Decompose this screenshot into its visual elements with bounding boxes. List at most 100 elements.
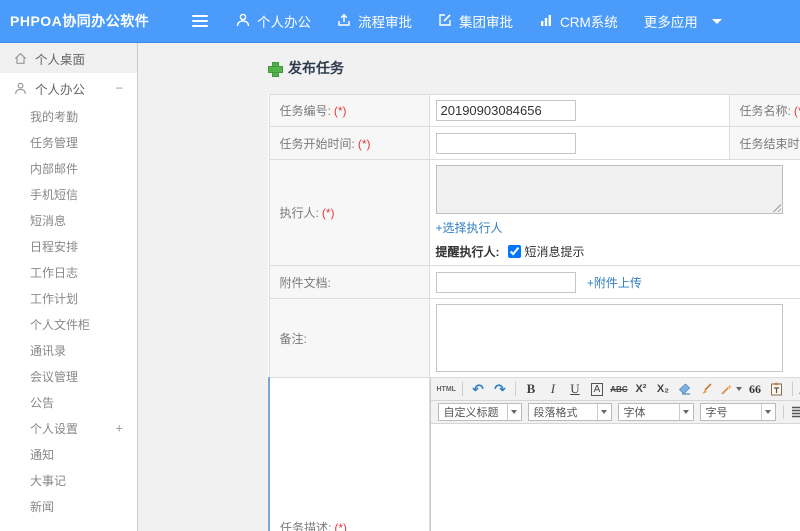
nav-item-more-apps[interactable]: 更多应用 — [644, 11, 722, 31]
subscript-button[interactable]: X₂ — [654, 380, 672, 398]
attachment-input[interactable] — [435, 271, 576, 293]
editor-toolbar-row-2: 自定义标题 段落格式 字体 字号 — [430, 401, 800, 424]
top-header: PHPOA协同办公软件 个人办公 流程审批 集团审批 CRM系统 更多应用 — [0, 0, 800, 43]
start-time-input[interactable] — [435, 132, 576, 154]
form-row-executor: 执行人: (*) +选择执行人 提醒执行人: 短消息提示 — [268, 159, 800, 266]
caret-down-icon — [735, 387, 742, 391]
blockquote-button[interactable]: 66 — [746, 380, 764, 398]
form-row-description: 任务描述: (*) HTML ↶ ↷ B I U A ABC X² X₂ 66 … — [268, 377, 800, 531]
sidebar-item-work-log[interactable]: 工作日志 — [0, 259, 137, 285]
sidebar-item-internal-mail[interactable]: 内部邮件 — [0, 155, 137, 181]
sidebar-item-schedule[interactable]: 日程安排 — [0, 233, 137, 259]
sidebar-item-my-attendance[interactable]: 我的考勤 — [0, 103, 137, 129]
caret-down-icon — [711, 18, 722, 24]
sidebar-item-work-plan[interactable]: 工作计划 — [0, 285, 137, 311]
form-row-time: 任务开始时间:(*) 任务结束时间:(*) — [268, 126, 800, 160]
eraser-icon[interactable] — [676, 380, 694, 398]
end-time-label: 任务结束时间: — [739, 136, 800, 151]
bar-chart-icon — [539, 13, 560, 30]
form-row-remark: 备注: — [268, 298, 800, 378]
toolbar-separator — [461, 382, 463, 396]
sidebar-item-short-message[interactable]: 短消息 — [0, 207, 137, 233]
strikethrough-button[interactable]: ABC — [610, 380, 628, 398]
sidebar-item-label: 通知 — [30, 447, 55, 462]
font-size-select[interactable]: 字号 — [699, 403, 776, 421]
form-row-task-no: 任务编号:(*) 任务名称:(*) — [268, 94, 800, 127]
sidebar-item-label: 通讯录 — [30, 343, 67, 358]
sidebar-item-personal-desktop[interactable]: 个人桌面 — [0, 43, 137, 73]
task-name-label: 任务名称: — [739, 104, 791, 118]
format-brush-icon[interactable] — [698, 380, 716, 398]
executor-textarea[interactable] — [435, 165, 783, 214]
remark-textarea[interactable] — [435, 304, 783, 372]
required-mark: (*) — [334, 521, 348, 531]
italic-button[interactable]: I — [544, 380, 562, 398]
executor-label: 执行人: — [279, 206, 319, 220]
superscript-button[interactable]: X² — [632, 380, 650, 398]
sidebar-item-contacts[interactable]: 通讯录 — [0, 337, 137, 363]
sidebar-item-milestones[interactable]: 大事记 — [0, 467, 137, 493]
rich-text-editor: HTML ↶ ↷ B I U A ABC X² X₂ 66 自定义标题 段落格式… — [429, 378, 800, 531]
bold-button[interactable]: B — [522, 380, 540, 398]
task-no-label: 任务编号: — [279, 104, 331, 118]
redo-icon[interactable]: ↷ — [491, 380, 509, 398]
underline-button[interactable]: U — [566, 380, 584, 398]
choose-executor-link[interactable]: +选择执行人 — [436, 221, 503, 235]
editor-toolbar-row-1: HTML ↶ ↷ B I U A ABC X² X₂ 66 — [430, 378, 800, 401]
sidebar-item-personal-files[interactable]: 个人文件柜 — [0, 311, 137, 337]
sidebar-item-notice[interactable]: 通知 — [0, 441, 137, 467]
paragraph-format-select[interactable]: 段落格式 — [527, 403, 612, 421]
align-left-icon[interactable] — [790, 403, 800, 421]
sidebar-item-sms[interactable]: 手机短信 — [0, 181, 137, 207]
collapse-icon[interactable]: − — [115, 81, 123, 96]
html-source-button[interactable]: HTML — [437, 380, 456, 398]
sidebar-item-meeting-management[interactable]: 会议管理 — [0, 363, 137, 389]
sidebar-item-label: 个人文件柜 — [30, 317, 91, 332]
sidebar-item-label: 新闻 — [30, 499, 55, 514]
attachment-upload-link[interactable]: +附件上传 — [587, 276, 642, 290]
sidebar-item-personal-settings[interactable]: 个人设置 + — [0, 415, 137, 441]
description-label: 任务描述: — [280, 521, 332, 531]
paste-text-icon[interactable] — [768, 380, 786, 398]
sidebar-item-announcement[interactable]: 公告 — [0, 389, 137, 415]
remark-label: 备注: — [279, 331, 307, 346]
start-time-label: 任务开始时间: — [279, 136, 355, 151]
expand-icon[interactable]: + — [115, 421, 123, 436]
editor-canvas[interactable] — [430, 424, 800, 531]
remind-executor-row: 提醒执行人: 短消息提示 — [436, 243, 800, 260]
resize-handle-icon[interactable] — [771, 203, 781, 212]
caret-down-icon — [760, 404, 775, 420]
required-mark: (*) — [793, 104, 800, 118]
magic-wand-icon[interactable] — [720, 380, 742, 398]
custom-title-select[interactable]: 自定义标题 — [437, 403, 522, 421]
nav-item-flow-approval[interactable]: 流程审批 — [337, 11, 412, 31]
main-content: 发布任务 任务编号:(*) 任务名称:(*) 任务开始时间:(*) 任务结束时间… — [138, 43, 800, 531]
hamburger-menu-icon[interactable] — [192, 15, 208, 27]
edit-square-icon — [438, 13, 459, 30]
toolbar-separator — [791, 382, 793, 396]
nav-label: CRM系统 — [560, 15, 618, 30]
sidebar-item-task-management[interactable]: 任务管理 — [0, 129, 137, 155]
sidebar-item-label: 公告 — [30, 395, 55, 410]
nav-item-personal-office[interactable]: 个人办公 — [236, 11, 311, 31]
sidebar-item-label: 工作计划 — [30, 291, 79, 306]
sidebar-item-news[interactable]: 新闻 — [0, 493, 137, 519]
sidebar-item-personal-office[interactable]: 个人办公 − — [0, 73, 137, 103]
toolbar-separator — [782, 405, 784, 419]
nav-item-crm[interactable]: CRM系统 — [539, 11, 618, 31]
person-icon — [236, 13, 257, 30]
undo-icon[interactable]: ↶ — [469, 380, 487, 398]
sidebar-item-label: 任务管理 — [30, 135, 79, 150]
nav-item-group-approval[interactable]: 集团审批 — [438, 11, 513, 31]
sidebar-item-label: 个人桌面 — [35, 52, 86, 67]
task-no-input[interactable] — [435, 100, 576, 121]
font-family-select[interactable]: 字体 — [617, 403, 694, 421]
app-logo[interactable]: PHPOA协同办公软件 — [0, 11, 160, 31]
publish-task-form: 任务编号:(*) 任务名称:(*) 任务开始时间:(*) 任务结束时间:(*) … — [268, 94, 800, 531]
sms-remind-checkbox[interactable] — [507, 245, 521, 258]
autotype-button[interactable]: A — [588, 380, 606, 398]
caret-down-icon — [678, 404, 693, 420]
person-icon — [14, 82, 27, 95]
nav-label: 集团审批 — [459, 15, 513, 30]
sidebar-item-label: 我的考勤 — [30, 109, 79, 124]
